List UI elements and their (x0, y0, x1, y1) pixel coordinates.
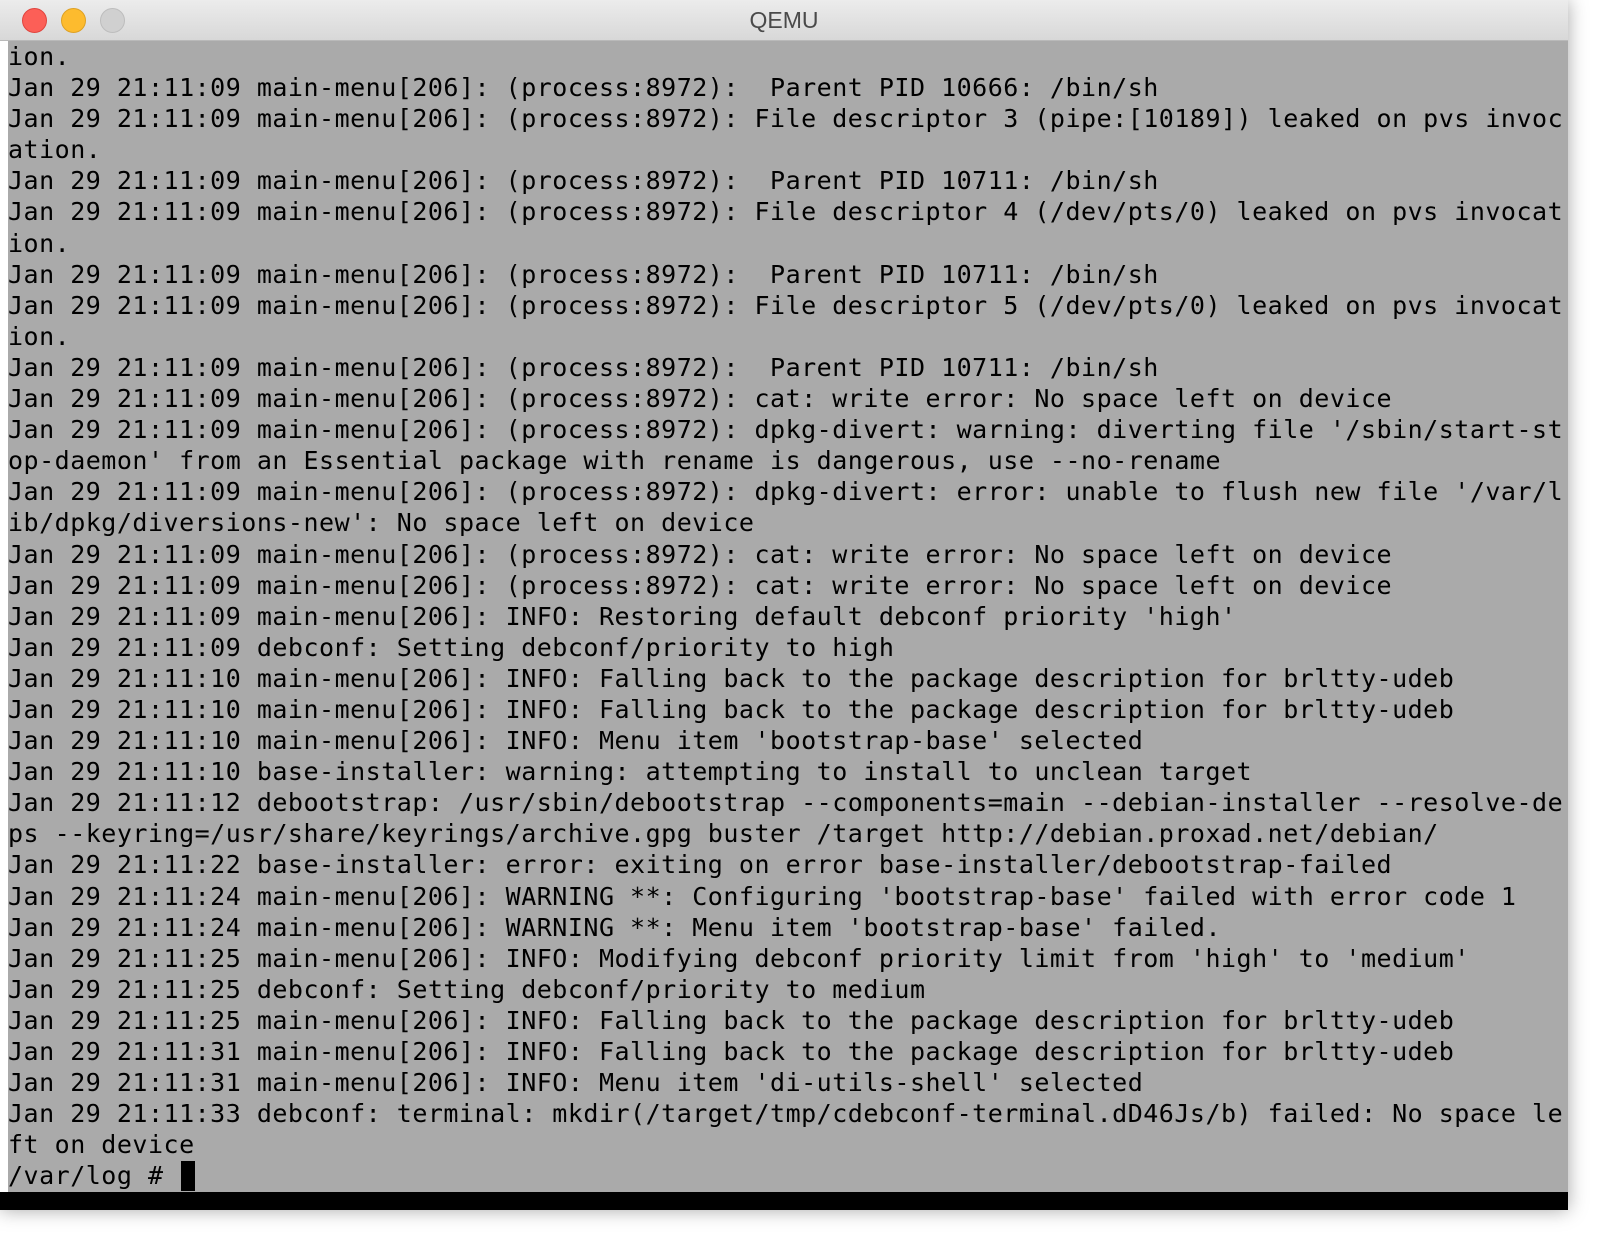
terminal-line: Jan 29 21:11:24 main-menu[206]: WARNING … (8, 881, 1517, 911)
terminal-line: Jan 29 21:11:09 main-menu[206]: (process… (8, 352, 1159, 382)
terminal-output: ion. Jan 29 21:11:09 main-menu[206]: (pro… (8, 41, 1568, 1160)
terminal-line: Jan 29 21:11:33 debconf: terminal: mkdir… (8, 1099, 1564, 1129)
terminal-line: Jan 29 21:11:09 main-menu[206]: (process… (8, 570, 1393, 600)
background-window-edge (0, 41, 8, 1192)
terminal-line: Jan 29 21:11:09 debconf: Setting debconf… (8, 632, 895, 662)
terminal-line: Jan 29 21:11:09 main-menu[206]: (process… (8, 290, 1564, 320)
terminal-line: ps --keyring=/usr/share/keyrings/archive… (8, 819, 1439, 849)
terminal-line: Jan 29 21:11:10 main-menu[206]: INFO: Fa… (8, 663, 1455, 693)
terminal-line: Jan 29 21:11:09 main-menu[206]: (process… (8, 259, 1159, 289)
terminal-line: Jan 29 21:11:09 main-menu[206]: (process… (8, 384, 1393, 414)
terminal-line: Jan 29 21:11:25 main-menu[206]: INFO: Mo… (8, 943, 1470, 973)
shell-prompt: /var/log # (8, 1161, 180, 1191)
terminal-line: op-daemon' from an Essential package wit… (8, 446, 1221, 476)
terminal-line: Jan 29 21:11:09 main-menu[206]: (process… (8, 104, 1564, 134)
terminal-console[interactable]: ion. Jan 29 21:11:09 main-menu[206]: (pro… (8, 41, 1568, 1192)
terminal-line: Jan 29 21:11:25 main-menu[206]: INFO: Fa… (8, 1005, 1455, 1035)
terminal-line: Jan 29 21:11:09 main-menu[206]: (process… (8, 73, 1159, 103)
terminal-line: ft on device (8, 1130, 195, 1160)
terminal-line: Jan 29 21:11:10 main-menu[206]: INFO: Fa… (8, 694, 1455, 724)
terminal-line: Jan 29 21:11:10 base-installer: warning:… (8, 757, 1253, 787)
qemu-window: QEMU ion. Jan 29 21:11:09 main-menu[206]:… (0, 0, 1568, 1210)
terminal-line: Jan 29 21:11:10 main-menu[206]: INFO: Me… (8, 726, 1144, 756)
terminal-line: Jan 29 21:11:09 main-menu[206]: (process… (8, 166, 1159, 196)
terminal-line: ib/dpkg/diversions-new': No space left o… (8, 508, 755, 538)
terminal-line: Jan 29 21:11:09 main-menu[206]: (process… (8, 477, 1564, 507)
terminal-line: ion. (8, 321, 71, 351)
console-bottom-bar (0, 1192, 1568, 1210)
terminal-line: Jan 29 21:11:09 main-menu[206]: (process… (8, 415, 1564, 445)
terminal-line: ion. (8, 228, 71, 258)
terminal-line: Jan 29 21:11:22 base-installer: error: e… (8, 850, 1393, 880)
terminal-line: Jan 29 21:11:31 main-menu[206]: INFO: Fa… (8, 1037, 1455, 1066)
terminal-line: Jan 29 21:11:12 debootstrap: /usr/sbin/d… (8, 788, 1564, 818)
terminal-line: ation. (8, 135, 102, 165)
terminal-line: Jan 29 21:11:31 main-menu[206]: INFO: Me… (8, 1068, 1144, 1098)
title-bar[interactable]: QEMU (0, 0, 1568, 41)
shell-prompt-line[interactable]: /var/log # (8, 1160, 1568, 1191)
window-title: QEMU (749, 7, 819, 33)
terminal-line: Jan 29 21:11:09 main-menu[206]: INFO: Re… (8, 601, 1237, 631)
terminal-line: Jan 29 21:11:09 main-menu[206]: (process… (8, 539, 1393, 569)
text-cursor (181, 1160, 196, 1191)
terminal-line: Jan 29 21:11:09 main-menu[206]: (process… (8, 197, 1564, 227)
terminal-line: Jan 29 21:11:24 main-menu[206]: WARNING … (8, 912, 1221, 942)
terminal-line: Jan 29 21:11:25 debconf: Setting debconf… (8, 974, 926, 1004)
terminal-line: ion. (8, 42, 71, 71)
